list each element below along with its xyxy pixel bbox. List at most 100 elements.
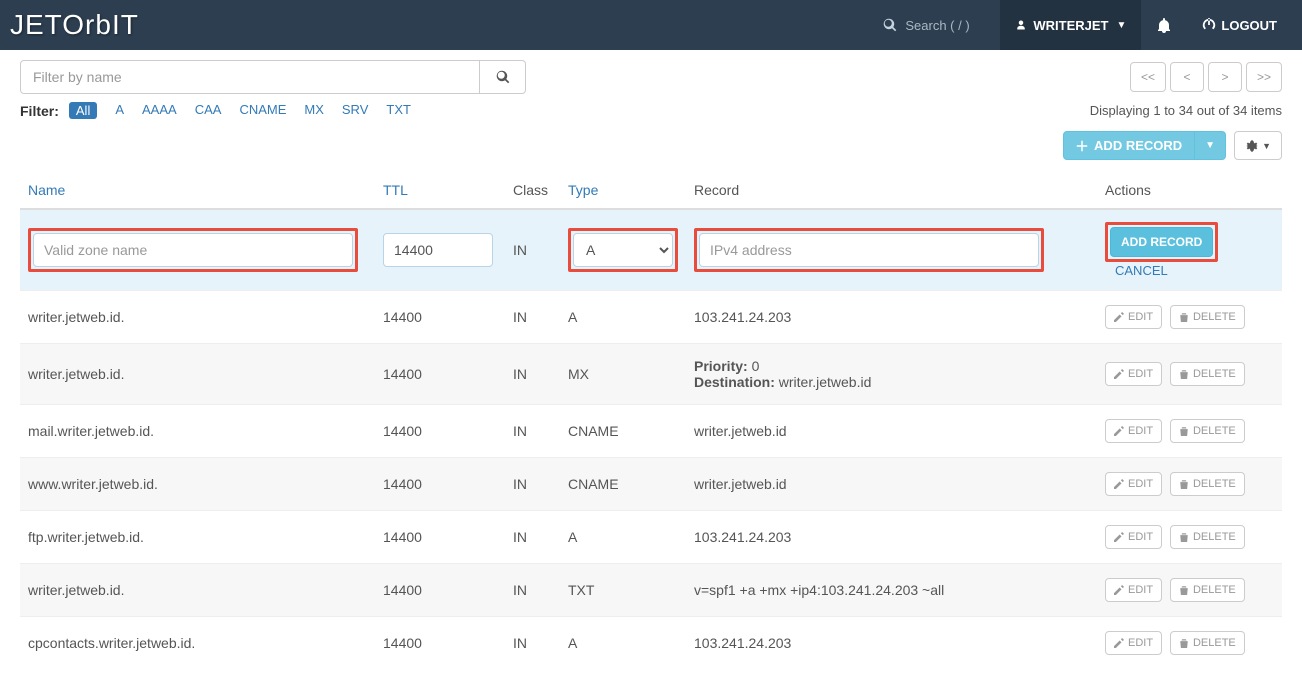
search-icon — [496, 70, 510, 84]
delete-button[interactable]: DELETE — [1170, 305, 1245, 329]
search-icon — [883, 18, 897, 32]
name-input-wrap — [28, 228, 358, 272]
filter-tab-all[interactable]: All — [69, 102, 97, 119]
delete-button[interactable]: DELETE — [1170, 578, 1245, 602]
cell-name: www.writer.jetweb.id. — [20, 458, 375, 511]
action-row: ADD RECORD ▼ ▼ — [20, 131, 1282, 160]
table-row: writer.jetweb.id. 14400 IN A 103.241.24.… — [20, 291, 1282, 344]
header-type[interactable]: Type — [560, 172, 686, 209]
table-row: mail.writer.jetweb.id. 14400 IN CNAME wr… — [20, 405, 1282, 458]
trash-icon — [1179, 585, 1189, 595]
table-row: cpcontacts.writer.jetweb.id. 14400 IN A … — [20, 617, 1282, 670]
add-record-dropdown[interactable]: ▼ — [1195, 131, 1226, 160]
filter-tab-caa[interactable]: CAA — [195, 102, 222, 119]
cell-ttl: 14400 — [375, 617, 505, 670]
cell-name: writer.jetweb.id. — [20, 564, 375, 617]
edit-button[interactable]: EDIT — [1105, 362, 1162, 386]
search-input[interactable] — [905, 18, 985, 33]
cell-name: ftp.writer.jetweb.id. — [20, 511, 375, 564]
cell-class: IN — [505, 344, 560, 405]
filter-tab-srv[interactable]: SRV — [342, 102, 369, 119]
cell-name: cpcontacts.writer.jetweb.id. — [20, 617, 375, 670]
cell-class: IN — [505, 511, 560, 564]
notifications-button[interactable] — [1141, 0, 1187, 50]
filter-tabs-row: Filter: All A AAAA CAA CNAME MX SRV TXT … — [20, 102, 1282, 119]
edit-button[interactable]: EDIT — [1105, 472, 1162, 496]
cell-type: CNAME — [560, 405, 686, 458]
logout-icon — [1202, 18, 1216, 32]
pencil-icon — [1114, 585, 1124, 595]
trash-icon — [1179, 638, 1189, 648]
edit-button[interactable]: EDIT — [1105, 305, 1162, 329]
page-last-button[interactable]: >> — [1246, 62, 1282, 92]
caret-down-icon: ▼ — [1116, 20, 1126, 31]
cell-actions: EDIT DELETE — [1097, 564, 1282, 617]
logout-button[interactable]: LOGOUT — [1187, 0, 1292, 50]
add-record-btn-wrap: ADD RECORD — [1105, 222, 1218, 262]
nav-right: WRITERJET ▼ LOGOUT — [868, 0, 1292, 50]
delete-button[interactable]: DELETE — [1170, 631, 1245, 655]
filter-tab-txt[interactable]: TXT — [386, 102, 411, 119]
cell-record: v=spf1 +a +mx +ip4:103.241.24.203 ~all — [686, 564, 1097, 617]
type-select[interactable]: A AAAA CAA CNAME MX SRV TXT — [573, 233, 673, 267]
table-row: www.writer.jetweb.id. 14400 IN CNAME wri… — [20, 458, 1282, 511]
logo: JETOrbIT — [10, 9, 139, 41]
edit-button[interactable]: EDIT — [1105, 578, 1162, 602]
cell-ttl: 14400 — [375, 511, 505, 564]
cell-class: IN — [505, 458, 560, 511]
trash-icon — [1179, 312, 1189, 322]
logout-label: LOGOUT — [1221, 18, 1277, 33]
header-name[interactable]: Name — [20, 172, 375, 209]
add-record-button[interactable]: ADD RECORD — [1063, 131, 1195, 160]
cell-actions: EDIT DELETE — [1097, 291, 1282, 344]
delete-button[interactable]: DELETE — [1170, 362, 1245, 386]
trash-icon — [1179, 479, 1189, 489]
record-input[interactable] — [699, 233, 1039, 267]
cell-type: MX — [560, 344, 686, 405]
cell-ttl: 14400 — [375, 344, 505, 405]
cell-type: TXT — [560, 564, 686, 617]
filter-tab-aaaa[interactable]: AAAA — [142, 102, 177, 119]
top-nav: JETOrbIT WRITERJET ▼ LOGOUT — [0, 0, 1302, 50]
delete-button[interactable]: DELETE — [1170, 419, 1245, 443]
cell-record: 103.241.24.203 — [686, 511, 1097, 564]
trash-icon — [1179, 426, 1189, 436]
cell-record: 103.241.24.203 — [686, 291, 1097, 344]
cell-type: A — [560, 617, 686, 670]
class-cell: IN — [505, 209, 560, 291]
trash-icon — [1179, 532, 1189, 542]
header-actions: Actions — [1097, 172, 1282, 209]
edit-button[interactable]: EDIT — [1105, 525, 1162, 549]
cell-class: IN — [505, 405, 560, 458]
edit-button[interactable]: EDIT — [1105, 631, 1162, 655]
record-input-wrap — [694, 228, 1044, 272]
table-row: writer.jetweb.id. 14400 IN TXT v=spf1 +a… — [20, 564, 1282, 617]
cell-class: IN — [505, 291, 560, 344]
filter-tab-a[interactable]: A — [115, 102, 124, 119]
add-record-submit-button[interactable]: ADD RECORD — [1110, 227, 1213, 257]
zone-name-input[interactable] — [33, 233, 353, 267]
displaying-text: Displaying 1 to 34 out of 34 items — [1090, 103, 1282, 118]
filter-tabs: All A AAAA CAA CNAME MX SRV TXT — [69, 102, 411, 119]
page-next-button[interactable]: > — [1208, 62, 1242, 92]
filter-tab-cname[interactable]: CNAME — [239, 102, 286, 119]
caret-down-icon: ▼ — [1205, 140, 1215, 151]
filter-search-button[interactable] — [480, 60, 526, 94]
bell-icon — [1156, 17, 1172, 33]
header-ttl[interactable]: TTL — [375, 172, 505, 209]
settings-button[interactable]: ▼ — [1234, 131, 1282, 160]
page-first-button[interactable]: << — [1130, 62, 1166, 92]
cell-actions: EDIT DELETE — [1097, 344, 1282, 405]
filter-tab-mx[interactable]: MX — [304, 102, 324, 119]
ttl-input[interactable] — [383, 233, 493, 267]
gear-icon — [1245, 139, 1259, 153]
delete-button[interactable]: DELETE — [1170, 525, 1245, 549]
page-prev-button[interactable]: < — [1170, 62, 1204, 92]
edit-button[interactable]: EDIT — [1105, 419, 1162, 443]
table-row: ftp.writer.jetweb.id. 14400 IN A 103.241… — [20, 511, 1282, 564]
cancel-button[interactable]: CANCEL — [1115, 263, 1168, 278]
search-group[interactable] — [868, 18, 1000, 33]
delete-button[interactable]: DELETE — [1170, 472, 1245, 496]
user-menu[interactable]: WRITERJET ▼ — [1000, 0, 1141, 50]
filter-input[interactable] — [20, 60, 480, 94]
